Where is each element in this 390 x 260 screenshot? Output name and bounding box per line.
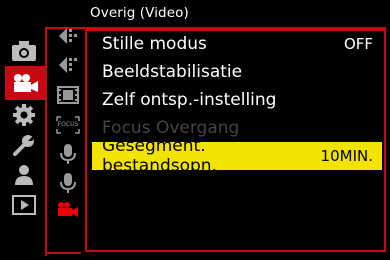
menu-item-label: Beeldstabilisatie [102,62,243,82]
microphone-alt-icon [60,172,76,194]
subtab-film[interactable] [53,83,83,107]
camera-icon [11,40,37,62]
exposure-alt-icon [57,55,79,75]
subtab-other-video[interactable] [53,198,83,222]
menu-item-label: Zelf ontsp.-instelling [102,90,277,110]
film-icon [57,86,79,104]
menu-item-silent-mode[interactable]: Stille modus OFF [92,30,382,58]
category-custom[interactable] [7,100,41,130]
menu-item-label: Stille modus [102,34,207,54]
subtab-audio-alt[interactable] [53,171,83,195]
category-photo[interactable] [7,36,41,66]
focus-icon-text: FOCUS [57,121,79,128]
menu-item-label: Focus Overgang [102,118,240,138]
subtab-audio[interactable] [53,142,83,166]
microphone-icon [60,143,76,165]
category-video[interactable] [5,66,47,100]
wrench-icon [12,133,36,157]
menu-item-label: Gesegment. bestandsopn. [102,136,217,176]
menu-divider [85,30,87,250]
subtab-focus[interactable]: FOCUS [53,113,83,137]
menu-item-image-stabilization[interactable]: Beeldstabilisatie [92,58,382,86]
category-playback[interactable] [7,190,41,220]
gear-icon [12,103,36,127]
category-setup[interactable] [7,130,41,160]
person-icon [13,164,35,186]
category-my-menu[interactable] [7,160,41,190]
menu-frame-bottom [45,252,81,254]
subtab-exposure[interactable] [53,24,83,48]
playback-icon [12,195,36,215]
menu-item-self-timer-setting[interactable]: Zelf ontsp.-instelling [92,86,382,114]
menu-item-value: OFF [343,35,373,53]
exposure-icon [57,26,79,46]
menu-title: Overig (Video) [90,5,189,21]
focus-icon: FOCUS [56,116,80,134]
subtab-exposure-alt[interactable] [53,53,83,77]
menu-item-value: 10MIN. [320,147,373,165]
video-camera-small-icon [56,201,80,219]
video-camera-icon [12,73,40,93]
menu-item-segmented-file-recording[interactable]: Gesegment. bestandsopn. 10MIN. [92,136,382,176]
